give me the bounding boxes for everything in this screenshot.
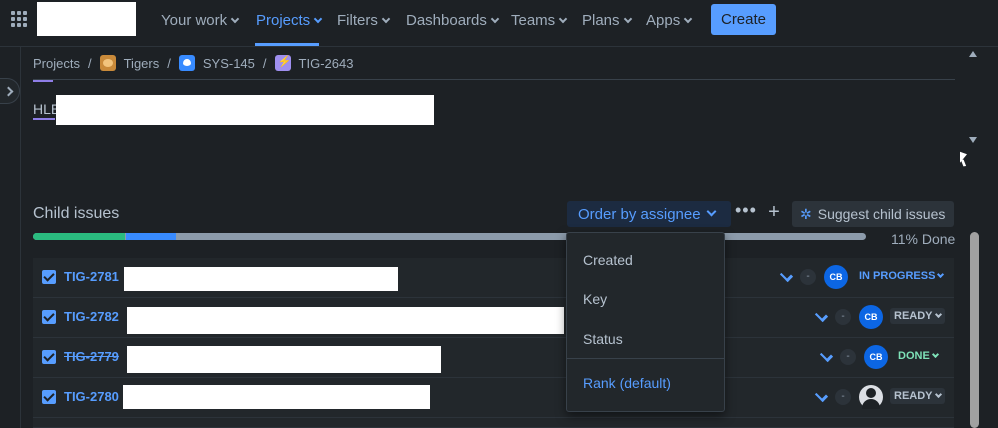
mouse-cursor-icon	[960, 151, 967, 166]
app-switcher-icon[interactable]	[11, 11, 27, 27]
table-row[interactable]: TIG-2780 - READY	[33, 378, 954, 418]
chevron-down-icon	[381, 14, 391, 24]
nav-dashboards[interactable]: Dashboards	[406, 12, 500, 29]
add-child-issue-button[interactable]: +	[765, 202, 783, 222]
table-row[interactable]	[33, 418, 954, 428]
redacted-summary	[124, 267, 398, 291]
status-badge[interactable]: DONE	[898, 350, 939, 362]
tiger-project-icon	[99, 55, 116, 71]
status-badge[interactable]: IN PROGRESS	[859, 270, 945, 282]
chevron-down-icon	[683, 14, 693, 24]
nav-filters[interactable]: Filters	[337, 12, 391, 29]
issue-key[interactable]: TIG-2782	[64, 309, 119, 324]
estimate-badge[interactable]: -	[835, 309, 851, 325]
breadcrumb-separator: /	[167, 55, 171, 71]
chevron-down-icon	[934, 390, 942, 399]
top-navigation: Your work Projects Filters Dashboards Te…	[0, 0, 998, 47]
unassigned-avatar-icon[interactable]	[859, 385, 883, 409]
menu-item-rank[interactable]: Rank (default)	[583, 375, 671, 391]
scroll-down-arrow-icon[interactable]	[969, 137, 977, 143]
menu-divider	[567, 358, 724, 359]
table-row[interactable]: TIG-2779 - CB DONE	[33, 338, 954, 378]
nav-your-work[interactable]: Your work	[161, 12, 240, 29]
chevron-down-icon	[937, 270, 945, 279]
priority-low-icon	[814, 313, 828, 321]
avatar[interactable]: CB	[864, 345, 888, 369]
nav-plans[interactable]: Plans	[582, 12, 632, 29]
chevron-down-icon	[706, 206, 717, 217]
issue-type-checkbox-icon	[42, 350, 56, 364]
priority-low-icon	[779, 273, 793, 281]
redacted-text	[56, 95, 434, 125]
issue-key[interactable]: TIG-2780	[64, 389, 119, 404]
breadcrumb-separator: /	[262, 55, 267, 71]
header-divider	[33, 79, 955, 80]
scroll-up-arrow-icon[interactable]	[969, 51, 977, 57]
nav-projects[interactable]: Projects	[256, 12, 323, 29]
chevron-down-icon	[230, 14, 240, 24]
status-badge[interactable]: READY	[890, 308, 945, 324]
avatar[interactable]: CB	[824, 265, 848, 289]
estimate-badge[interactable]: -	[840, 349, 856, 365]
avatar[interactable]: CB	[859, 305, 883, 329]
child-issues-title: Child issues	[33, 205, 120, 222]
issue-key[interactable]: TIG-2779	[64, 349, 119, 364]
link-underline	[33, 118, 55, 120]
chevron-down-icon	[931, 350, 939, 359]
issue-type-checkbox-icon	[42, 390, 56, 404]
chevron-down-icon	[623, 14, 632, 24]
menu-item-created[interactable]: Created	[583, 252, 633, 268]
status-badge[interactable]: READY	[890, 388, 945, 404]
breadcrumb-issue[interactable]: TIG-2643	[299, 56, 354, 71]
scrollbar-thumb[interactable]	[970, 232, 979, 428]
suggest-child-issues-button[interactable]: ✲ Suggest child issues	[792, 201, 954, 227]
nav-apps[interactable]: Apps	[646, 12, 693, 29]
chevron-down-icon	[490, 14, 500, 24]
priority-low-icon	[819, 353, 833, 361]
task-icon	[274, 55, 291, 71]
active-nav-indicator	[255, 43, 319, 46]
menu-item-key[interactable]: Key	[583, 291, 607, 307]
order-by-button[interactable]: Order by assignee	[567, 201, 731, 227]
progress-bar	[33, 233, 866, 240]
breadcrumb-separator: /	[87, 55, 92, 71]
order-by-label: Order by assignee	[578, 205, 701, 223]
issue-key[interactable]: TIG-2781	[64, 269, 119, 284]
priority-low-icon	[814, 393, 828, 401]
nav-teams[interactable]: Teams	[511, 12, 568, 29]
chevron-down-icon	[558, 14, 568, 24]
redacted-summary	[127, 346, 441, 373]
order-by-menu: Created Key Status Rank (default)	[566, 232, 725, 412]
issue-type-checkbox-icon	[42, 310, 56, 324]
table-row[interactable]: TIG-2782 - CB READY	[33, 298, 954, 338]
progress-done-segment	[33, 233, 125, 240]
sidebar-edge	[20, 47, 21, 428]
estimate-badge[interactable]: -	[800, 269, 816, 285]
expand-sidebar-button[interactable]	[0, 78, 20, 104]
suggest-label: Suggest child issues	[817, 206, 946, 222]
progress-in-progress-segment	[126, 233, 177, 240]
breadcrumb-epic[interactable]: SYS-145	[203, 56, 255, 71]
breadcrumb: Projects / Tigers / SYS-145 / TIG-2643	[33, 55, 353, 71]
chevron-down-icon	[313, 14, 323, 24]
chevron-down-icon	[934, 310, 942, 319]
estimate-badge[interactable]: -	[835, 389, 851, 405]
progress-percent: 11% Done	[891, 231, 956, 247]
sparkle-icon: ✲	[800, 205, 812, 222]
epic-icon	[178, 55, 195, 71]
create-button[interactable]: Create	[711, 4, 776, 35]
breadcrumb-projects[interactable]: Projects	[33, 56, 80, 71]
redacted-summary	[123, 385, 430, 409]
more-actions-button[interactable]: •••	[735, 201, 756, 221]
breadcrumb-tigers[interactable]: Tigers	[124, 56, 160, 71]
menu-item-status[interactable]: Status	[583, 331, 623, 347]
issue-type-checkbox-icon	[42, 270, 56, 284]
table-row[interactable]: TIG-2781 - CB IN PROGRESS	[33, 258, 954, 298]
partial-link-underline	[33, 80, 53, 82]
redacted-summary	[127, 307, 564, 334]
product-logo[interactable]	[37, 2, 136, 36]
